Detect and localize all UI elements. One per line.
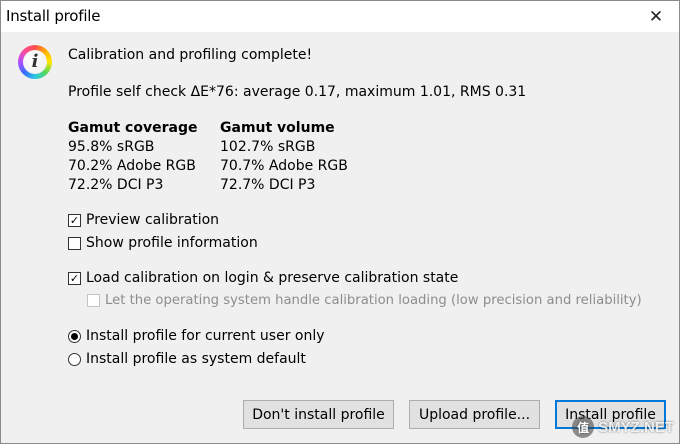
- install-system-default-radio-circle: [68, 352, 81, 366]
- watermark-badge-icon: 值: [572, 416, 595, 438]
- gamut-coverage-dci-p3: 72.2% DCI P3: [68, 177, 164, 193]
- install-system-default-label: Install profile as system default: [86, 351, 306, 367]
- show-profile-info-box: [68, 236, 81, 250]
- dont-install-profile-button[interactable]: Don't install profile: [243, 400, 394, 429]
- dialog-content: i Calibration and profiling complete! Pr…: [1, 32, 679, 384]
- load-calibration-checkbox[interactable]: ✓ Load calibration on login & preserve c…: [68, 270, 458, 286]
- gamut-volume-heading: Gamut volume: [220, 120, 335, 136]
- show-profile-info-label: Show profile information: [86, 235, 258, 251]
- info-icon: i: [18, 45, 52, 79]
- load-calibration-label: Load calibration on login & preserve cal…: [86, 270, 459, 286]
- preview-calibration-checkbox[interactable]: ✓ Preview calibration: [68, 212, 219, 228]
- gamut-volume-dci-p3: 72.7% DCI P3: [220, 177, 316, 193]
- close-icon[interactable]: ✕: [633, 1, 679, 32]
- show-profile-info-checkbox[interactable]: Show profile information: [68, 235, 258, 251]
- gamut-coverage-adobe-rgb: 70.2% Adobe RGB: [68, 158, 196, 174]
- os-handle-calibration-box: [87, 294, 100, 307]
- watermark-text: SMYZ.NET: [598, 418, 674, 436]
- preview-calibration-label: Preview calibration: [86, 212, 220, 228]
- load-calibration-checkmark: ✓: [68, 271, 81, 285]
- install-system-default-radio[interactable]: Install profile as system default: [68, 351, 306, 367]
- install-profile-dialog: Install profile ✕ i Calibration and prof…: [0, 0, 680, 444]
- os-handle-calibration-checkbox: Let the operating system handle calibrat…: [87, 293, 642, 308]
- preview-calibration-checkmark: ✓: [68, 213, 81, 227]
- title-bar: Install profile ✕: [1, 1, 679, 32]
- gamut-volume-srgb: 102.7% sRGB: [220, 139, 316, 155]
- window-title: Install profile: [6, 7, 101, 25]
- gamut-volume-adobe-rgb: 70.7% Adobe RGB: [220, 158, 348, 174]
- install-current-user-label: Install profile for current user only: [86, 328, 325, 344]
- completion-headline: Calibration and profiling complete!: [68, 47, 313, 63]
- install-current-user-radio-dot: [68, 329, 81, 343]
- self-check-summary: Profile self check ΔE*76: average 0.17, …: [68, 84, 527, 100]
- os-handle-calibration-label: Let the operating system handle calibrat…: [105, 293, 642, 308]
- site-watermark: 值 SMYZ.NET: [572, 416, 674, 438]
- gamut-coverage-heading: Gamut coverage: [68, 120, 198, 136]
- upload-profile-button[interactable]: Upload profile...: [409, 400, 540, 429]
- install-current-user-radio[interactable]: Install profile for current user only: [68, 328, 325, 344]
- gamut-coverage-srgb: 95.8% sRGB: [68, 139, 155, 155]
